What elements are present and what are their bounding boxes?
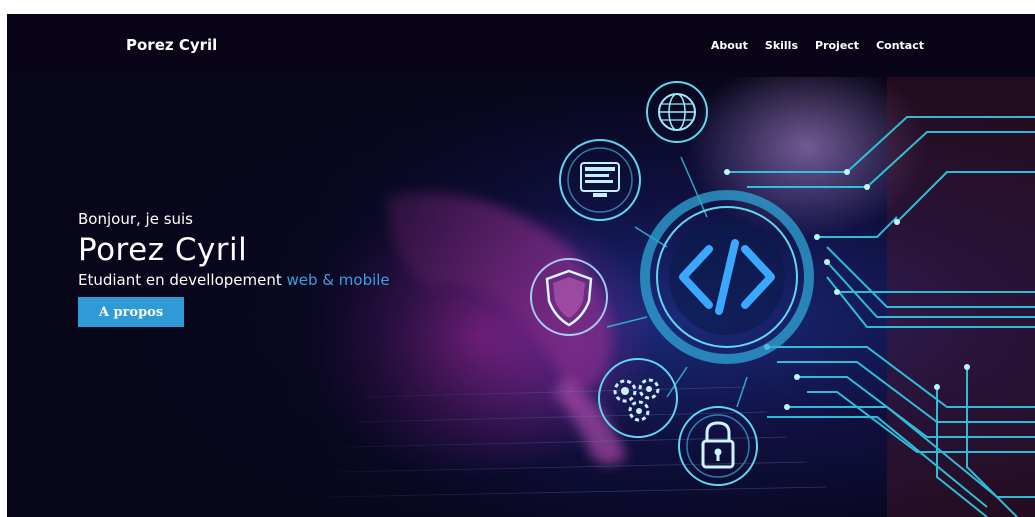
gears-icon (598, 358, 678, 438)
hero-name: Porez Cyril (78, 232, 248, 268)
lock-icon (678, 406, 758, 486)
hero-subtitle-accent: web & mobile (286, 271, 390, 289)
nav-link-about[interactable]: About (711, 39, 748, 52)
code-icon (640, 190, 814, 364)
nav-link-project[interactable]: Project (815, 39, 859, 52)
monitor-icon (559, 139, 641, 221)
hero-text: Bonjour, je suis Porez Cyril Etudiant en… (78, 210, 390, 327)
hero-section: Bonjour, je suis Porez Cyril Etudiant en… (7, 77, 1035, 517)
nav-link-contact[interactable]: Contact (876, 39, 924, 52)
page-frame: Porez Cyril About Skills Project Contact (7, 14, 1035, 517)
hero-subtitle: Etudiant en devellopement web & mobile (78, 271, 390, 289)
shield-icon (530, 258, 608, 336)
about-button[interactable]: A propos (78, 297, 184, 327)
brand-logo[interactable]: Porez Cyril (126, 36, 217, 54)
hero-subtitle-prefix: Etudiant en devellopement (78, 271, 287, 289)
nav-link-skills[interactable]: Skills (765, 39, 798, 52)
hero-greeting: Bonjour, je suis (78, 210, 193, 228)
nav-links: About Skills Project Contact (711, 39, 924, 52)
navbar: Porez Cyril About Skills Project Contact (7, 14, 1035, 77)
globe-icon (646, 81, 708, 143)
